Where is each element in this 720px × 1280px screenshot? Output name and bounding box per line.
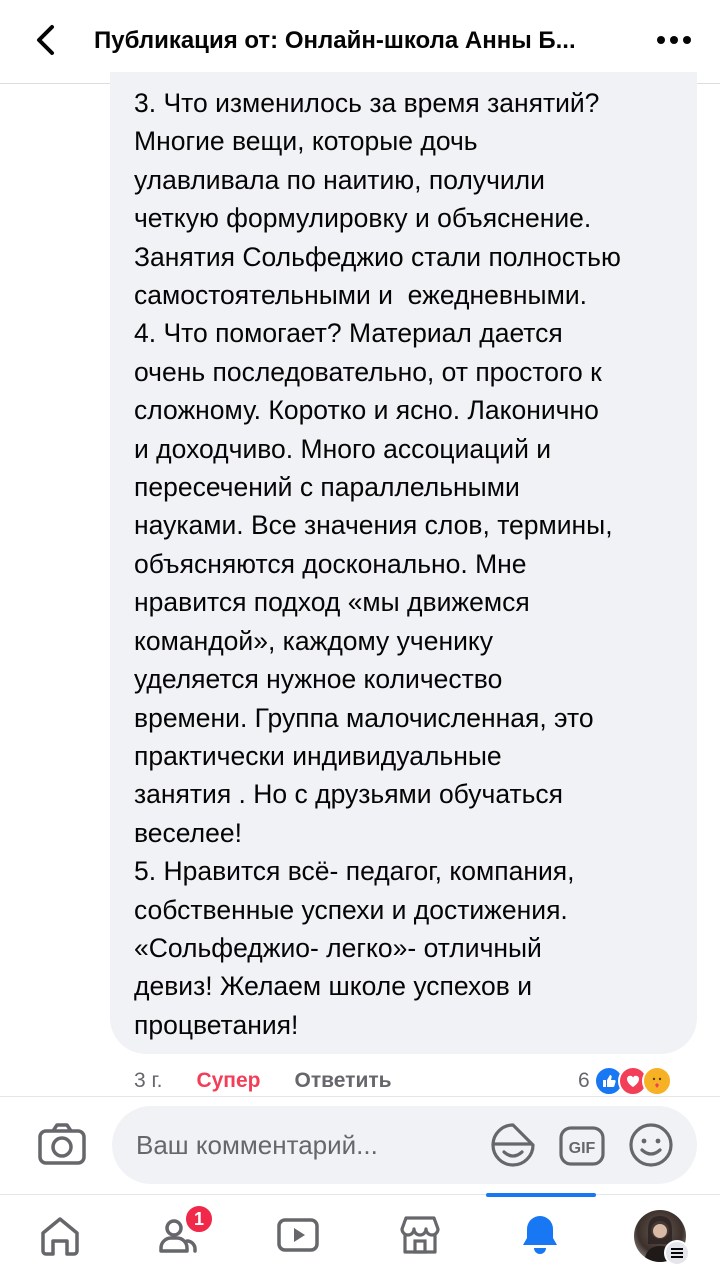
- tab-home[interactable]: [32, 1207, 88, 1263]
- tab-notifications[interactable]: [512, 1207, 568, 1263]
- watch-icon: [277, 1218, 319, 1252]
- comment-meta: 3 г. Супер Ответить: [134, 1064, 392, 1098]
- active-tab-indicator: [486, 1193, 596, 1197]
- gif-button[interactable]: GIF: [558, 1124, 606, 1168]
- back-button[interactable]: [26, 20, 66, 60]
- comment-timestamp[interactable]: 3 г.: [134, 1069, 162, 1093]
- emoji-icon: [629, 1123, 673, 1167]
- tab-marketplace[interactable]: [392, 1207, 448, 1263]
- react-button[interactable]: Супер: [196, 1069, 260, 1093]
- home-icon: [41, 1217, 79, 1256]
- reaction-summary[interactable]: 6: [578, 1064, 672, 1098]
- gif-icon: GIF: [559, 1126, 605, 1166]
- friends-badge: 1: [184, 1204, 214, 1234]
- camera-icon: [38, 1123, 86, 1165]
- divider: [0, 1096, 720, 1097]
- bottom-tab-bar: [0, 1193, 720, 1280]
- reply-button[interactable]: Ответить: [295, 1069, 392, 1093]
- care-icon: [641, 1066, 672, 1096]
- reaction-count: 6: [578, 1069, 590, 1092]
- menu-icon[interactable]: [664, 1240, 690, 1266]
- chevron-left-icon: [37, 25, 54, 55]
- sticker-icon: [491, 1123, 535, 1167]
- more-options-button[interactable]: [650, 22, 698, 58]
- emoji-button[interactable]: [628, 1122, 674, 1168]
- marketplace-icon: [400, 1216, 440, 1254]
- comment-input[interactable]: [112, 1106, 697, 1184]
- camera-button[interactable]: [36, 1120, 88, 1170]
- page-title: Публикация от: Онлайн-школа Анны Б...: [94, 27, 576, 54]
- comment-text: 3. Что изменилось за время занятий? Мног…: [134, 88, 621, 1040]
- sticker-button[interactable]: [490, 1122, 536, 1168]
- svg-text:GIF: GIF: [569, 1140, 596, 1157]
- notifications-icon: [523, 1216, 557, 1254]
- tab-watch[interactable]: [270, 1207, 326, 1263]
- more-horizontal-icon: [657, 36, 691, 44]
